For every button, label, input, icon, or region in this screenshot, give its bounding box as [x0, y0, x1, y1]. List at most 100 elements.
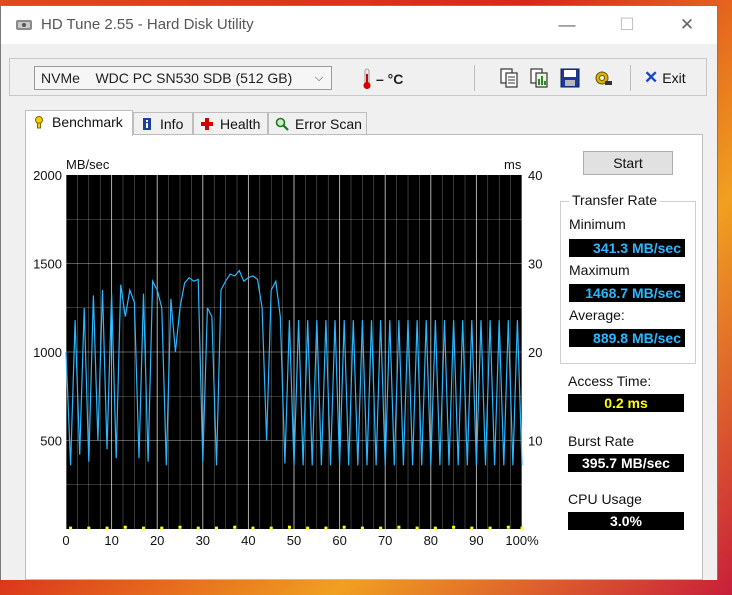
x-tick-label: 100%: [505, 533, 539, 548]
access-time-point: [397, 525, 401, 529]
access-time-label: Access Time:: [568, 373, 652, 389]
access-time-point: [233, 525, 237, 529]
access-time-point: [433, 526, 437, 530]
minimum-value: 341.3 MB/sec: [569, 239, 685, 257]
x-tick-label: 80: [424, 533, 438, 548]
copy-text-icon[interactable]: [498, 67, 520, 89]
burst-rate-value: 395.7 MB/sec: [568, 454, 684, 472]
x-tick-label: 50: [287, 533, 301, 548]
y2-tick-label: 20: [528, 345, 542, 360]
access-time-point: [306, 526, 310, 530]
maximize-button[interactable]: ☐: [607, 6, 647, 44]
y-tick-label: 1000: [33, 345, 62, 360]
transfer-rate-title: Transfer Rate: [569, 192, 661, 208]
access-time-point: [360, 526, 364, 530]
x-tick-label: 90: [469, 533, 483, 548]
thermometer-icon: [363, 68, 371, 89]
maximum-label: Maximum: [569, 262, 630, 278]
access-time-point: [269, 526, 273, 530]
x-tick-label: 70: [378, 533, 392, 548]
access-time-point: [342, 525, 346, 529]
y2-tick-label: 10: [528, 434, 542, 449]
access-time-point: [379, 526, 383, 530]
start-button[interactable]: Start: [583, 151, 673, 175]
cpu-usage-value: 3.0%: [568, 512, 684, 530]
access-time-point: [69, 526, 73, 530]
access-time-point: [470, 526, 474, 530]
chart-svg: 0 10 20 30 40 50 60 70 80 90 100% 500 1000 1500 2000 10…: [33, 157, 542, 548]
y2-axis-unit-label: ms: [504, 157, 522, 172]
y2-tick-label: 40: [528, 168, 542, 183]
average-label: Average:: [569, 307, 625, 323]
access-time-point: [506, 525, 510, 529]
maximum-value: 1468.7 MB/sec: [569, 284, 685, 302]
benchmark-chart: 0 10 20 30 40 50 60 70 80 90 100% 500 1000 1500 2000 10…: [26, 135, 586, 581]
tab-label: Benchmark: [52, 114, 123, 130]
temperature-readout: – °C: [376, 71, 404, 87]
x-tick-label: 40: [241, 533, 255, 548]
benchmark-icon: [35, 116, 43, 129]
tab-health[interactable]: Health: [193, 112, 268, 134]
y-tick-label: 1500: [33, 257, 62, 272]
access-time-point: [324, 526, 328, 530]
access-time-point: [123, 525, 127, 529]
exit-label: Exit: [662, 70, 686, 86]
tab-error-scan[interactable]: Error Scan: [268, 112, 367, 134]
save-icon[interactable]: [559, 67, 581, 89]
toolbar: NVMe WDC PC SN530 SDB (512 GB) ⌵ – °C ✕ …: [9, 58, 707, 96]
tab-benchmark[interactable]: Benchmark: [25, 110, 133, 136]
error-scan-icon: [275, 117, 289, 131]
access-time-point: [520, 526, 524, 530]
toolbar-divider: [474, 65, 475, 91]
access-time-point: [488, 526, 492, 530]
options-icon[interactable]: [592, 67, 614, 89]
tab-label: Health: [220, 116, 261, 132]
access-time-point: [452, 525, 456, 529]
exit-button[interactable]: ✕ Exit: [644, 67, 686, 89]
tab-label: Error Scan: [295, 116, 362, 132]
cpu-usage-label: CPU Usage: [568, 491, 642, 507]
access-time-point: [287, 525, 291, 529]
y2-tick-label: 30: [528, 257, 542, 272]
access-time-point: [214, 526, 218, 530]
exit-icon: ✕: [644, 68, 659, 87]
x-tick-label: 30: [196, 533, 210, 548]
tab-label: Info: [160, 116, 184, 132]
x-tick-label: 20: [150, 533, 164, 548]
benchmark-panel: 0 10 20 30 40 50 60 70 80 90 100% 500 1000 1500 2000 10…: [25, 134, 703, 580]
minimum-label: Minimum: [569, 216, 626, 232]
access-time-point: [251, 526, 255, 530]
access-time-point: [105, 526, 109, 530]
window-title: HD Tune 2.55 - Hard Disk Utility: [41, 16, 254, 33]
access-time-point: [415, 526, 419, 530]
x-tick-label: 10: [104, 533, 118, 548]
toolbar-divider: [630, 65, 631, 91]
x-tick-label: 60: [332, 533, 346, 548]
minimize-button[interactable]: —: [547, 6, 587, 44]
chevron-down-icon: ⌵: [314, 72, 324, 84]
tab-info[interactable]: Info: [133, 112, 193, 134]
app-icon: [16, 20, 32, 30]
access-time-value: 0.2 ms: [568, 394, 684, 412]
access-time-point: [87, 526, 91, 530]
main-area: NVMe WDC PC SN530 SDB (512 GB) ⌵ – °C ✕ …: [1, 44, 717, 580]
health-icon: [201, 118, 213, 130]
close-button[interactable]: ✕: [667, 6, 707, 44]
x-tick-label: 0: [62, 533, 69, 548]
access-time-point: [178, 525, 182, 529]
access-time-point: [142, 526, 146, 530]
info-icon: [143, 118, 151, 130]
y-tick-label: 500: [40, 434, 62, 449]
app-window: HD Tune 2.55 - Hard Disk Utility — ☐ ✕ N…: [0, 5, 718, 580]
copy-info-icon[interactable]: [528, 67, 550, 89]
y-tick-label: 2000: [33, 168, 62, 183]
access-time-point: [160, 526, 164, 530]
y-axis-unit-label: MB/sec: [66, 157, 110, 172]
grid: [65, 175, 523, 529]
drive-label: NVMe WDC PC SN530 SDB (512 GB): [41, 70, 293, 86]
transfer-rate-group: Transfer Rate Minimum 341.3 MB/sec Maxim…: [560, 192, 696, 364]
burst-rate-label: Burst Rate: [568, 433, 635, 449]
drive-dropdown[interactable]: NVMe WDC PC SN530 SDB (512 GB) ⌵: [34, 66, 332, 90]
access-time-point: [196, 526, 200, 530]
title-bar[interactable]: HD Tune 2.55 - Hard Disk Utility — ☐ ✕: [1, 6, 717, 44]
